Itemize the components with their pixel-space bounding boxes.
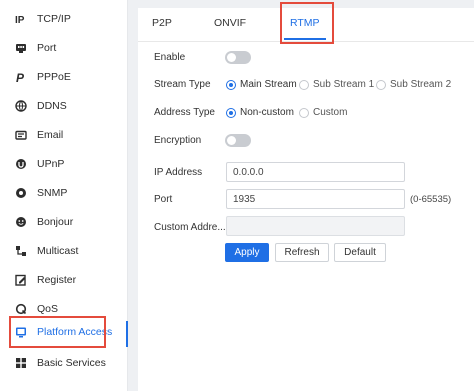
svg-text:IP: IP <box>15 15 25 25</box>
radio-dot <box>226 79 236 90</box>
ip-icon: IP <box>14 12 28 26</box>
tab-onvif[interactable]: ONVIF <box>214 17 246 29</box>
sidebar-item-label: Bonjour <box>37 216 74 228</box>
platform-access-highlight <box>9 316 106 348</box>
sidebar-item-label: UPnP <box>37 158 65 170</box>
sidebar-item-label: QoS <box>37 303 59 315</box>
ddns-icon <box>14 99 28 113</box>
snmp-icon <box>14 186 28 200</box>
qos-icon <box>14 302 28 316</box>
radio-label: Sub Stream 1 <box>313 79 375 90</box>
rtmp-tab-highlight <box>280 2 334 44</box>
sidebar-item-label: Basic Services <box>37 357 106 369</box>
default-button[interactable]: Default <box>334 243 386 262</box>
sidebar-item-basic-services[interactable]: Basic Services <box>0 348 128 378</box>
pppoe-icon: P <box>14 70 28 84</box>
sidebar-item-bonjour[interactable]: Bonjour <box>0 207 128 237</box>
enable-label: Enable <box>154 52 186 63</box>
sidebar-item-register[interactable]: Register <box>0 265 128 295</box>
radio-dot <box>376 79 386 90</box>
ip-address-value: 0.0.0.0 <box>233 166 264 178</box>
sidebar-item-label: PPPoE <box>37 71 71 83</box>
stream-sub2-radio[interactable]: Sub Stream 2 <box>376 79 451 90</box>
port-field[interactable]: 1935 <box>226 189 405 209</box>
address-noncustom-radio[interactable]: Non-custom <box>226 107 294 118</box>
sidebar-item-label: TCP/IP <box>37 13 71 25</box>
radio-dot <box>299 79 309 90</box>
custom-address-field[interactable] <box>226 216 405 236</box>
basic-services-icon <box>14 356 28 370</box>
stream-type-label: Stream Type <box>154 79 211 90</box>
enable-toggle[interactable] <box>225 51 251 64</box>
radio-label: Sub Stream 2 <box>390 79 452 90</box>
svg-text:P: P <box>16 71 25 83</box>
address-type-label: Address Type <box>154 107 215 118</box>
radio-label: Non-custom <box>240 107 294 118</box>
sidebar-item-label: Port <box>37 42 57 54</box>
sidebar-item-upnp[interactable]: UPnP <box>0 149 128 179</box>
port-icon <box>14 41 28 55</box>
tab-p2p[interactable]: P2P <box>152 17 172 29</box>
register-icon <box>14 273 28 287</box>
ip-address-field[interactable]: 0.0.0.0 <box>226 162 405 182</box>
sidebar-item-label: DDNS <box>37 100 67 112</box>
encryption-label: Encryption <box>154 135 202 146</box>
sidebar-item-port[interactable]: Port <box>0 33 128 63</box>
sidebar-item-pppoe[interactable]: P PPPoE <box>0 62 128 92</box>
sidebar-item-email[interactable]: Email <box>0 120 128 150</box>
sidebar-item-label: Multicast <box>37 245 79 257</box>
upnp-icon <box>14 157 28 171</box>
custom-address-label: Custom Addre... <box>154 222 226 233</box>
stream-sub1-radio[interactable]: Sub Stream 1 <box>299 79 374 90</box>
address-custom-radio[interactable]: Custom <box>299 107 347 118</box>
sidebar-item-ddns[interactable]: DDNS <box>0 91 128 121</box>
radio-label: Main Stream <box>240 79 297 90</box>
apply-button[interactable]: Apply <box>225 243 269 262</box>
encryption-toggle[interactable] <box>225 134 251 147</box>
radio-dot <box>299 107 309 118</box>
sidebar-item-tcp-ip[interactable]: IP TCP/IP <box>0 4 128 34</box>
port-value: 1935 <box>233 193 256 205</box>
sidebar-item-label: Register <box>37 274 77 286</box>
multicast-icon <box>14 244 28 258</box>
sidebar-item-label: SNMP <box>37 187 68 199</box>
bonjour-icon <box>14 215 28 229</box>
stream-main-radio[interactable]: Main Stream <box>226 79 297 90</box>
port-range-hint: (0-65535) <box>410 194 452 205</box>
sidebar-item-snmp[interactable]: SNMP <box>0 178 128 208</box>
sidebar-item-multicast[interactable]: Multicast <box>0 236 128 266</box>
radio-label: Custom <box>313 107 348 118</box>
refresh-button[interactable]: Refresh <box>275 243 329 262</box>
ip-address-label: IP Address <box>154 167 203 178</box>
email-icon <box>14 128 28 142</box>
main-panel: P2P ONVIF RTMP Enable Stream Type Main S… <box>138 8 474 391</box>
sidebar-item-label: Email <box>37 129 64 141</box>
port-label: Port <box>154 194 173 205</box>
radio-dot <box>226 107 236 118</box>
